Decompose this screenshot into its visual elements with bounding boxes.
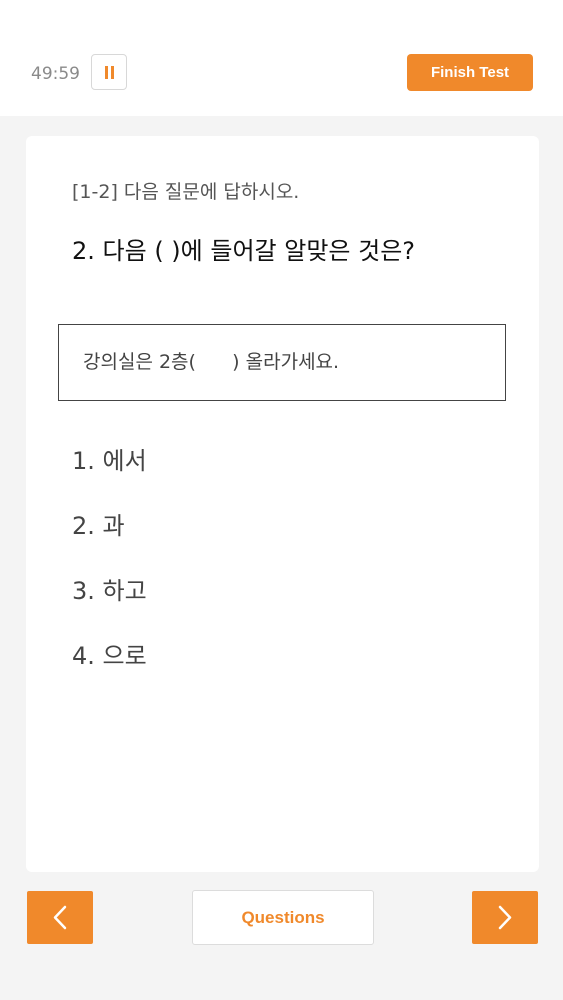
- finish-test-button[interactable]: Finish Test: [407, 54, 533, 91]
- answer-option-3[interactable]: 3. 하고: [72, 573, 147, 638]
- pause-button[interactable]: [91, 54, 127, 90]
- chevron-right-icon: [498, 905, 512, 930]
- passage-text: 강의실은 2층( ) 올라가세요.: [83, 351, 340, 373]
- question-text: 2. 다음 ( )에 들어갈 알맞은 것은?: [72, 237, 416, 265]
- chevron-left-icon: [53, 905, 67, 930]
- question-card: [1-2] 다음 질문에 답하시오. 2. 다음 ( )에 들어갈 알맞은 것은…: [26, 136, 539, 872]
- answer-option-2[interactable]: 2. 과: [72, 508, 147, 573]
- next-button[interactable]: [472, 891, 538, 944]
- question-instruction: [1-2] 다음 질문에 답하시오.: [72, 181, 300, 203]
- timer: 49:59: [31, 64, 80, 84]
- answer-options: 1. 에서 2. 과 3. 하고 4. 으로: [72, 443, 147, 703]
- answer-option-1[interactable]: 1. 에서: [72, 443, 147, 508]
- questions-button[interactable]: Questions: [192, 890, 374, 945]
- previous-button[interactable]: [27, 891, 93, 944]
- passage-box: 강의실은 2층( ) 올라가세요.: [58, 324, 506, 401]
- answer-option-4[interactable]: 4. 으로: [72, 638, 147, 703]
- top-bar: 49:59 Finish Test: [0, 0, 563, 116]
